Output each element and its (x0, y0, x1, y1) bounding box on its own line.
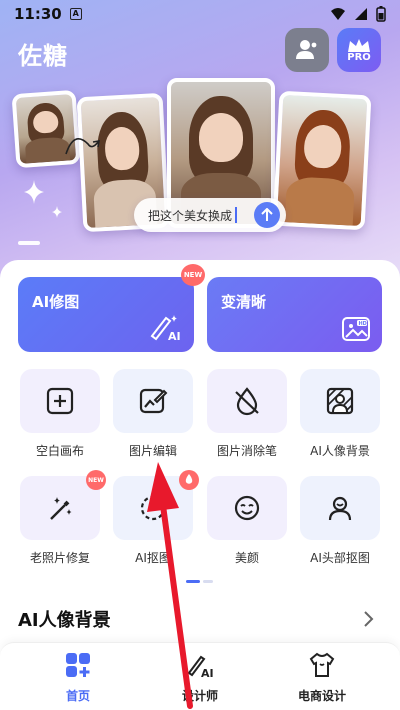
battery-icon (376, 6, 386, 22)
prompt-text: 把这个美女换成 (148, 208, 233, 223)
sim-icon: A (69, 8, 82, 20)
section-title: AI人像背景 (18, 610, 111, 631)
tool-label: 图片编辑 (128, 444, 177, 458)
tool-blank-canvas[interactable]: 空白画布 (20, 369, 100, 459)
card-label: AI修图 (32, 293, 80, 311)
doodle-arrow-icon (65, 138, 100, 155)
home-grid-icon (66, 653, 90, 677)
sparkle-small-icon (52, 206, 62, 218)
fire-icon (185, 474, 193, 484)
tool-label: 图片消除笔 (216, 444, 277, 458)
svg-text:HD: HD (359, 321, 367, 327)
signal-icon (355, 8, 367, 20)
tab-designer[interactable]: AI 设计师 (160, 651, 240, 704)
tshirt-icon (309, 652, 335, 677)
svg-text:AI: AI (168, 330, 181, 342)
prompt-input[interactable]: 把这个美女换成 (134, 198, 286, 232)
ai-retouch-card[interactable]: AI修图 AI (18, 277, 194, 352)
eraser-drop-icon (235, 387, 259, 416)
tool-ai-cutout[interactable]: AI抠图 (113, 470, 199, 566)
tool-head-cutout[interactable]: AI头部抠图 (300, 476, 380, 566)
sparkle-icon (24, 180, 44, 204)
tab-ecommerce[interactable]: 电商设计 (282, 651, 362, 704)
tool-portrait-bg[interactable]: AI人像背景 (300, 369, 380, 459)
app-title: 佐糖 (18, 42, 68, 70)
arrow-up-icon (261, 208, 273, 221)
head-cutout-icon (328, 496, 352, 521)
beauty-face-icon (234, 495, 260, 521)
tool-eraser[interactable]: 图片消除笔 (207, 369, 287, 459)
ai-brush-icon: AI (150, 315, 181, 342)
plus-square-icon (46, 387, 74, 415)
chevron-right-icon[interactable] (362, 610, 374, 628)
svg-text:AI: AI (201, 667, 214, 679)
tool-label: AI头部抠图 (310, 551, 370, 565)
status-time: 11:30 (14, 5, 62, 23)
wifi-icon (331, 8, 345, 20)
tab-home[interactable]: 首页 (38, 651, 118, 704)
portrait-bg-icon (326, 387, 354, 415)
sample-photo-4 (272, 90, 372, 231)
new-badge: NEW (181, 264, 205, 286)
tool-label: 老照片修复 (29, 551, 90, 565)
user-add-icon (296, 40, 317, 59)
tab-label: 首页 (65, 689, 90, 703)
tab-label: 电商设计 (297, 689, 346, 703)
banner-pagination (18, 241, 40, 245)
tool-old-photo-restore[interactable]: NEW 老照片修复 (20, 470, 106, 566)
hd-image-icon: HD (342, 317, 370, 341)
new-badge: NEW (86, 470, 106, 490)
magic-wand-icon (50, 497, 72, 520)
pro-label: PRO (347, 51, 371, 63)
card-label: 变清晰 (221, 293, 267, 311)
bottom-tab-bar: 首页 AI 设计师 电商设计 (0, 642, 400, 710)
hot-badge (179, 470, 199, 490)
status-bar: 11:30 A (0, 0, 400, 28)
ai-pen-icon: AI (187, 655, 214, 680)
send-button[interactable] (254, 202, 280, 228)
pro-button[interactable]: PRO (337, 28, 381, 72)
cutout-icon (140, 495, 166, 521)
profile-button[interactable] (285, 28, 329, 72)
text-caret (235, 207, 238, 223)
tab-label: 设计师 (181, 689, 218, 703)
tool-label: AI人像背景 (310, 444, 370, 458)
image-edit-icon (139, 388, 168, 414)
enhance-card[interactable]: 变清晰 HD (207, 277, 382, 352)
tool-label: 美颜 (234, 551, 259, 565)
tools-pagination (186, 580, 213, 583)
tool-beauty[interactable]: 美颜 (207, 476, 287, 566)
tool-image-edit[interactable]: 图片编辑 (113, 369, 193, 459)
tool-label: AI抠图 (135, 551, 171, 565)
tool-label: 空白画布 (35, 444, 84, 458)
